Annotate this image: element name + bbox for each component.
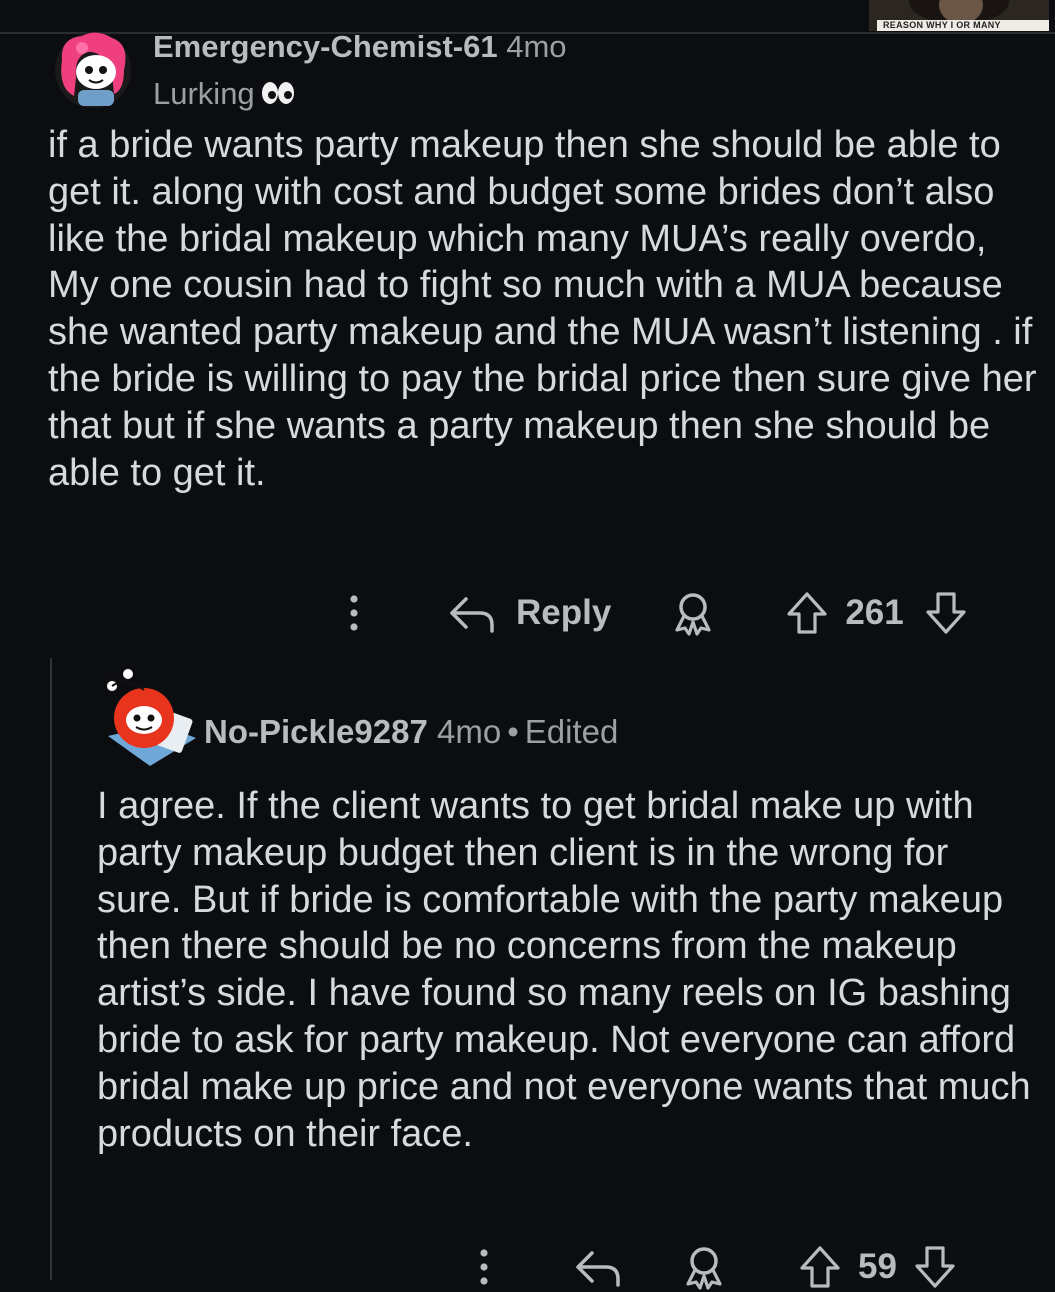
comment-age: 4mo xyxy=(506,29,567,64)
award-icon xyxy=(686,1247,722,1290)
meta-separator: • xyxy=(507,713,519,750)
more-icon xyxy=(350,595,358,631)
reply-username[interactable]: No-Pickle9287 xyxy=(204,713,428,750)
user-avatar[interactable] xyxy=(52,30,134,108)
reply-button[interactable] xyxy=(574,1245,622,1289)
video-thumbnail[interactable]: REASON WHY I OR MANY xyxy=(869,0,1049,31)
downvote-icon[interactable] xyxy=(924,590,968,636)
avatar-snoo-icon xyxy=(55,32,131,108)
vote-score: 59 xyxy=(858,1247,897,1286)
comment-username[interactable]: Emergency-Chemist-61 xyxy=(153,29,498,64)
award-icon xyxy=(675,593,711,636)
reply-body: I agree. If the client wants to get brid… xyxy=(97,785,1031,1155)
flair-text: Lurking xyxy=(153,76,255,111)
award-button[interactable] xyxy=(682,1244,726,1290)
reply-icon xyxy=(450,597,494,633)
upvote-icon[interactable] xyxy=(798,1244,842,1290)
comment-header: Emergency-Chemist-61 4mo xyxy=(153,28,567,66)
vote-controls: 59 xyxy=(798,1244,957,1290)
reply-user-avatar[interactable] xyxy=(100,666,200,770)
eyes-emoji-icon xyxy=(261,76,295,116)
reply-button[interactable]: Reply xyxy=(448,591,611,635)
downvote-icon[interactable] xyxy=(913,1244,957,1290)
video-caption: REASON WHY I OR MANY xyxy=(877,20,1049,31)
vote-controls: 261 xyxy=(785,590,967,636)
reply-action-bar: 59 xyxy=(470,1242,957,1292)
more-options-button[interactable] xyxy=(340,591,368,635)
comment-body: if a bride wants party makeup then she s… xyxy=(48,124,1037,494)
avatar-snoo-icon xyxy=(105,669,196,766)
more-icon xyxy=(480,1249,488,1285)
edited-label: Edited xyxy=(524,713,619,750)
more-options-button[interactable] xyxy=(470,1245,498,1289)
upvote-icon[interactable] xyxy=(785,590,829,636)
comment-action-bar: Reply 261 xyxy=(340,585,968,641)
reply-icon xyxy=(576,1251,620,1287)
user-flair: Lurking xyxy=(153,74,295,116)
vote-score: 261 xyxy=(845,593,904,632)
reply-header: No-Pickle9287 4mo • Edited xyxy=(204,712,618,752)
reply-label: Reply xyxy=(516,593,612,632)
award-button[interactable] xyxy=(671,590,715,636)
thread-line[interactable] xyxy=(50,658,52,1280)
reply-age: 4mo xyxy=(436,713,502,750)
